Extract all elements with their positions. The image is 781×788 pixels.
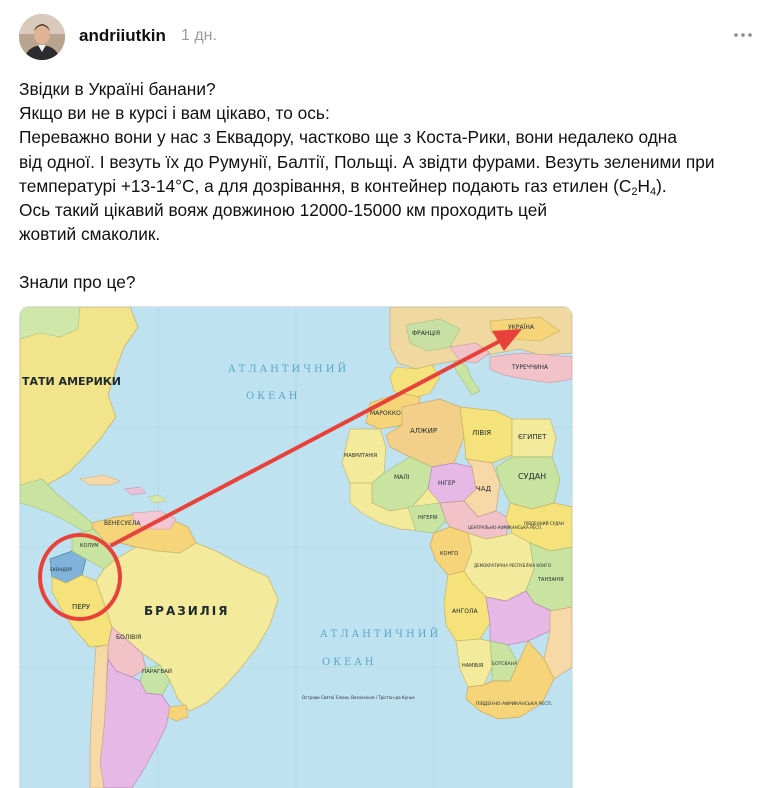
country-label: БОЛІВІЯ (116, 634, 141, 641)
country-label: СУДАН (518, 472, 546, 481)
more-options-button[interactable] (732, 24, 754, 46)
country-label: ЧАД (476, 485, 492, 493)
avatar-image (19, 14, 65, 60)
country-label: МАВРИТАНІЯ (344, 453, 377, 459)
country-label: ВЕНЕСУЕЛА (104, 520, 141, 527)
post-line: Звідки в Україні банани? (19, 79, 216, 99)
post-body: Звідки в Україні банани? Якщо ви не в ку… (19, 77, 769, 295)
country-label: ТУРЕЧЧИНА (511, 364, 549, 371)
country-label: ТАНЗАНІЯ (537, 577, 564, 583)
temp-text: температурі +13-14°C, а для дозрівання, … (19, 175, 632, 196)
country-label: ПАРАГВАЙ (142, 668, 172, 675)
world-map: АТЛАНТИЧНИЙ ОКЕАН АТЛАНТИЧНИЙ ОКЕАН ТАТИ… (20, 307, 572, 788)
country-label: ЕКВАДОР (50, 567, 72, 573)
post-line: Якщо ви не в курсі і вам цікаво, то ось: (19, 103, 330, 124)
post-line: від одної. І везуть їх до Румунії, Балті… (19, 151, 715, 172)
country-label: МАРОККО (370, 410, 401, 417)
post-timestamp: 1 дн. (181, 27, 217, 44)
island-label: Острови Святої Єлени, Вознесіння і Тріст… (302, 695, 415, 700)
country-label: НАМІБІЯ (462, 663, 483, 669)
country-label: КОНГО (440, 551, 458, 557)
more-dots-icon (734, 33, 752, 37)
country-label: БРАЗИЛІЯ (144, 604, 229, 618)
temp-text-end: ). (656, 175, 667, 196)
country-label: НІГЕРІЯ (418, 515, 437, 521)
ocean-label: АТЛАНТИЧНИЙ (320, 628, 441, 640)
country-label: БОТСВАНА (492, 661, 518, 667)
country-label: ПЕРУ (72, 603, 91, 611)
country-label: КОЛУМ (80, 543, 99, 549)
country-label: АЛЖИР (410, 427, 437, 435)
country-label: ТАТИ АМЕРИКИ (22, 375, 121, 388)
username-link[interactable]: andriiutkin (79, 26, 166, 46)
country-label: МАЛІ (394, 474, 410, 481)
country-label: ФРАНЦІЯ (412, 330, 440, 337)
country-label: ЛІВІЯ (472, 429, 491, 437)
country-label: УКРАЇНА (508, 324, 535, 331)
post-line: Ось такий цікавий вояж довжиною 12000-15… (19, 200, 547, 221)
country-label: ПІВДЕННО-АФРИКАНСЬКА РЕСП. (476, 701, 552, 707)
post-line: жовтий смаколик. (19, 224, 161, 245)
country-label: АНГОЛА (452, 608, 479, 615)
country-label: НІГЕР (438, 480, 456, 487)
ocean-label: ОКЕАН (322, 657, 377, 668)
ocean-label: ОКЕАН (246, 391, 301, 402)
post-question: Знали про це? (19, 272, 136, 293)
ocean-label: АТЛАНТИЧНИЙ (228, 363, 349, 375)
post-line-temperature: температурі +13-14°C, а для дозрівання, … (19, 174, 769, 198)
post-line: Переважно вони у нас з Еквадору, частков… (19, 127, 677, 148)
map-image[interactable]: АТЛАНТИЧНИЙ ОКЕАН АТЛАНТИЧНИЙ ОКЕАН ТАТИ… (19, 306, 573, 788)
avatar[interactable] (19, 14, 65, 60)
country-label: ПІВДЕННИЙ СУДАН (524, 521, 564, 526)
temp-text-h: H (637, 175, 650, 196)
country-label: ЄГИПЕТ (518, 433, 547, 441)
country-label: ДЕМОКРАТИЧНА РЕСПУБЛІКА КОНГО (474, 563, 551, 568)
